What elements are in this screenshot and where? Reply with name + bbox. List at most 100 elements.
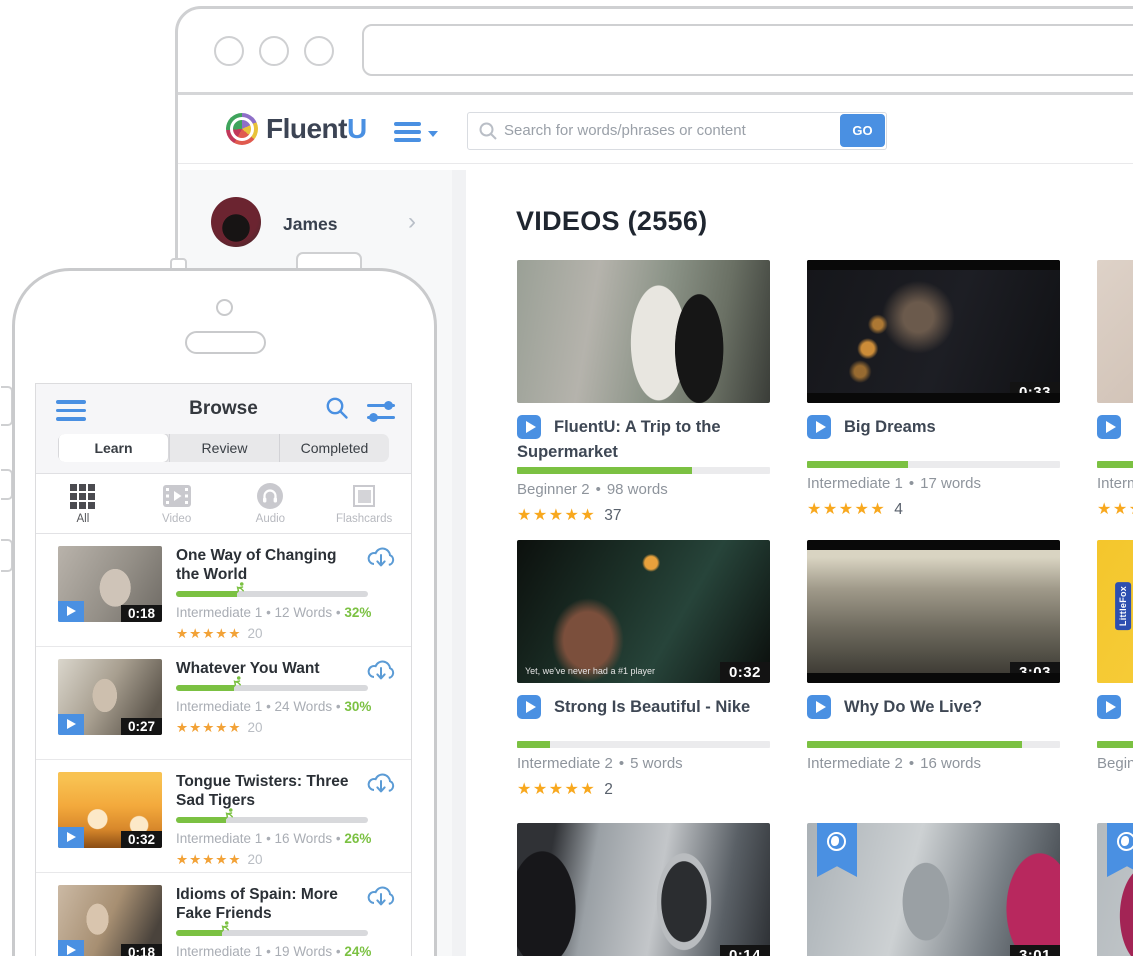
star-rating: ★★★ — [1097, 501, 1133, 518]
video-card[interactable]: FluentU: A Trip to the Supermarket Begin… — [517, 260, 770, 525]
video-thumbnail[interactable] — [1097, 260, 1133, 403]
download-cloud-icon[interactable] — [365, 544, 397, 576]
video-card[interactable]: 0:14 • — [517, 823, 770, 956]
download-cloud-icon[interactable] — [365, 883, 397, 915]
progress-fill — [176, 685, 234, 691]
video-thumbnail[interactable]: 3:03 — [807, 540, 1060, 683]
fluentu-logo[interactable]: FluentU — [226, 113, 367, 145]
rating-count: 20 — [248, 626, 263, 641]
filter-label: Flashcards — [336, 513, 392, 525]
video-thumbnail[interactable]: 0:18 — [58, 546, 162, 622]
app-search-icon[interactable] — [325, 396, 349, 425]
progress-fill — [807, 741, 1022, 748]
video-card[interactable]: • — [1097, 823, 1133, 956]
video-card[interactable]: 3:03 Why Do We Live? Intermediate 2•16 w… — [807, 540, 1060, 799]
app-header: Browse Learn Review Completed — [36, 384, 411, 474]
play-icon — [58, 827, 84, 848]
level-label: Intermediate — [1097, 475, 1133, 492]
address-bar[interactable] — [362, 24, 1133, 76]
window-maximize-button[interactable] — [304, 36, 334, 66]
play-icon[interactable] — [1097, 695, 1121, 719]
video-card[interactable]: LittleFox W Beginner• — [1097, 540, 1133, 799]
rating-row: ★★★★★4 — [807, 499, 1060, 519]
filter-video[interactable]: Video — [130, 474, 224, 533]
main-menu-button[interactable] — [394, 122, 438, 144]
video-thumbnail[interactable]: 0:14 — [517, 823, 770, 956]
filter-audio[interactable]: Audio — [224, 474, 318, 533]
avatar[interactable] — [211, 197, 261, 247]
play-icon[interactable] — [517, 695, 541, 719]
progress-bar — [176, 930, 368, 936]
fluentu-logo-icon — [226, 113, 258, 145]
duration-badge: 0:18 — [121, 605, 162, 622]
video-title[interactable]: FluentU: A Trip to the Supermarket — [517, 418, 721, 461]
progress-fill — [807, 461, 908, 468]
download-cloud-icon[interactable] — [365, 770, 397, 802]
filter-flashcards[interactable]: Flashcards — [317, 474, 411, 533]
progress-fill — [517, 741, 550, 748]
video-thumbnail[interactable]: 3:01 — [807, 823, 1060, 956]
star-rating: ★★★★★ — [176, 720, 242, 735]
user-name[interactable]: James — [283, 214, 338, 235]
video-thumbnail[interactable]: Yet, we've never had a #1 player 0:32 — [517, 540, 770, 683]
list-item[interactable]: 0:18 Idioms of Spain: More Fake Friends … — [36, 873, 411, 956]
duration-badge: 0:32 — [720, 662, 770, 683]
tab-completed[interactable]: Completed — [279, 434, 389, 462]
tab-review[interactable]: Review — [169, 434, 279, 462]
filter-sliders-icon[interactable] — [367, 398, 395, 428]
rating-count: 20 — [248, 852, 263, 867]
video-thumbnail[interactable]: 0:27 — [58, 659, 162, 735]
video-thumbnail[interactable]: 0:18 — [58, 885, 162, 956]
flashcards-icon — [353, 482, 375, 510]
list-item[interactable]: 0:27 Whatever You Want Intermediate 1 • … — [36, 647, 411, 760]
chevron-down-icon — [428, 131, 438, 137]
window-close-button[interactable] — [214, 36, 244, 66]
video-title[interactable]: Whatever You Want — [176, 659, 354, 678]
video-title[interactable]: Tongue Twisters: Three Sad Tigers — [176, 772, 354, 810]
filter-all[interactable]: All — [36, 474, 130, 533]
download-cloud-icon[interactable] — [365, 657, 397, 689]
rating-count: 4 — [894, 501, 903, 518]
play-icon[interactable] — [1097, 415, 1121, 439]
video-meta: Intermediate 1 • 19 Words • 24% — [176, 944, 376, 956]
fluentu-bookmark-badge — [1107, 823, 1133, 877]
video-thumbnail[interactable] — [1097, 823, 1133, 956]
video-thumbnail[interactable]: 0:33 — [807, 260, 1060, 403]
progress-bar — [176, 591, 368, 597]
play-icon[interactable] — [807, 415, 831, 439]
toolbar-divider — [178, 92, 1133, 95]
search-input[interactable] — [504, 113, 844, 148]
video-title[interactable]: Big Dreams — [844, 418, 936, 436]
video-title[interactable]: Why Do We Live? — [844, 698, 982, 716]
phone-camera — [216, 299, 233, 316]
filter-label: All — [76, 513, 89, 525]
play-icon[interactable] — [807, 695, 831, 719]
play-icon[interactable] — [517, 415, 541, 439]
globe-icon — [827, 832, 846, 851]
runner-icon — [217, 920, 232, 940]
tab-learn[interactable]: Learn — [58, 434, 169, 462]
video-title[interactable]: One Way of Changing the World — [176, 546, 354, 584]
go-button[interactable]: GO — [840, 114, 885, 147]
video-thumbnail[interactable]: 0:32 — [58, 772, 162, 848]
video-meta: Intermediate 1 • 16 Words • 26% — [176, 831, 376, 846]
list-item[interactable]: 0:18 One Way of Changing the World Inter… — [36, 534, 411, 647]
progress-fill — [176, 817, 226, 823]
play-icon — [58, 714, 84, 735]
video-grid-row-3: 0:14 • 3:01 • — [517, 823, 1133, 956]
video-title[interactable]: Strong Is Beautiful - Nike — [554, 698, 750, 716]
video-title[interactable]: Idioms of Spain: More Fake Friends — [176, 885, 354, 923]
rating-row: ★★★★★2 — [517, 779, 770, 799]
video-thumbnail[interactable] — [517, 260, 770, 403]
video-card[interactable]: 3 Intermediate• ★★★ — [1097, 260, 1133, 525]
video-card[interactable]: 0:33 Big Dreams Intermediate 1•17 words … — [807, 260, 1060, 525]
video-thumbnail[interactable]: LittleFox — [1097, 540, 1133, 683]
progress-fill — [1097, 741, 1133, 748]
window-minimize-button[interactable] — [259, 36, 289, 66]
progress-percent: 32% — [344, 605, 371, 620]
video-card[interactable]: Yet, we've never had a #1 player 0:32 St… — [517, 540, 770, 799]
chevron-right-icon[interactable]: › — [408, 208, 416, 236]
video-card[interactable]: 3:01 • — [807, 823, 1060, 956]
list-item[interactable]: 0:32 Tongue Twisters: Three Sad Tigers I… — [36, 760, 411, 873]
progress-bar — [176, 817, 368, 823]
